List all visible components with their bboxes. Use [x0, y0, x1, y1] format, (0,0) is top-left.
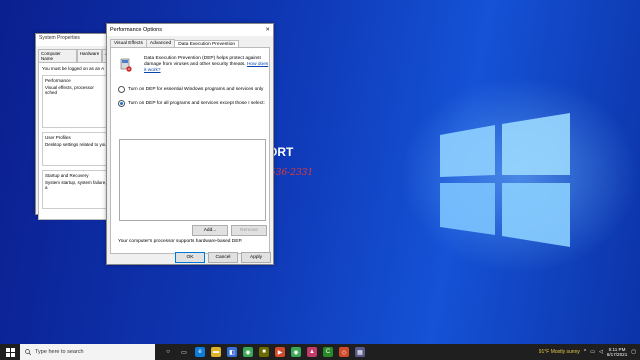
- tab-hardware[interactable]: Hardware: [76, 49, 103, 62]
- system-properties-tabs: Computer Name Hardware Adv: [36, 49, 116, 62]
- cancel-button[interactable]: Cancel: [208, 252, 238, 263]
- windows-logo-wallpaper: [440, 113, 570, 247]
- close-icon[interactable]: ✕: [265, 27, 270, 34]
- start-button[interactable]: [0, 344, 20, 360]
- app-icon-4[interactable]: C: [323, 347, 333, 357]
- store-icon[interactable]: ◧: [227, 347, 237, 357]
- group-title: Startup and Recovery: [45, 173, 89, 178]
- network-icon[interactable]: ▭: [590, 349, 595, 355]
- weather-widget[interactable]: 91°F Mostly sunny: [539, 349, 580, 355]
- clock-date: 8/17/2021: [606, 352, 628, 357]
- add-button[interactable]: Add...: [192, 225, 228, 236]
- tab-advanced[interactable]: Advanced: [145, 39, 176, 47]
- system-tray: 91°F Mostly sunny ^ ▭ ◁ 5:11 PM 8/17/202…: [539, 344, 640, 360]
- search-placeholder: Type here to search: [35, 349, 84, 355]
- admin-note: You must be logged on as an A: [42, 66, 105, 71]
- brand-phone: 536-2331: [270, 168, 314, 178]
- radio-essential-label: Turn on DEP for essential Windows progra…: [128, 87, 264, 92]
- performance-group: Performance Visual effects, processor sc…: [42, 75, 110, 128]
- tab-computer-name[interactable]: Computer Name: [38, 49, 77, 62]
- radio-all[interactable]: [118, 100, 125, 107]
- title-bar: Performance Options ✕: [107, 24, 273, 36]
- volume-icon[interactable]: ◁: [599, 349, 603, 355]
- taskbar: Type here to search ○ ▭ e ▬ ◧ ◉ ■ ▶ ◉ ▲ C ◇ ▦ 91°F M…: [0, 344, 640, 360]
- dialog-tabs: Visual Effects Advanced Data Execution P…: [107, 36, 273, 48]
- taskbar-search[interactable]: Type here to search: [20, 344, 155, 360]
- group-text: Desktop settings related to you: [45, 142, 107, 147]
- radio-all-label: Turn on DEP for all programs and service…: [128, 101, 265, 106]
- apply-button[interactable]: Apply: [241, 252, 271, 263]
- cortana-icon[interactable]: ○: [163, 347, 173, 357]
- notifications-icon[interactable]: ▢: [631, 349, 636, 355]
- dep-description: Data Execution Prevention (DEP) helps pr…: [144, 56, 269, 74]
- dialog-title: Performance Options: [110, 27, 162, 33]
- system-properties-body: You must be logged on as an A Performanc…: [38, 62, 114, 220]
- app-icon-6[interactable]: ▦: [355, 347, 365, 357]
- pinned-apps: ○ ▭ e ▬ ◧ ◉ ■ ▶ ◉ ▲ C ◇ ▦: [163, 347, 365, 357]
- tab-visual-effects[interactable]: Visual Effects: [110, 39, 147, 47]
- radio-essential[interactable]: [118, 86, 125, 93]
- radio-essential-row[interactable]: Turn on DEP for essential Windows progra…: [118, 86, 263, 93]
- dep-description-text: Data Execution Prevention (DEP) helps pr…: [144, 56, 261, 67]
- search-icon: [25, 349, 31, 355]
- group-title: User Profiles: [45, 135, 71, 140]
- excluded-programs-list[interactable]: [119, 139, 266, 221]
- app-icon-1[interactable]: ■: [259, 347, 269, 357]
- startup-recovery-group: Startup and Recovery System startup, sys…: [42, 170, 110, 209]
- dep-shield-icon: [120, 58, 132, 72]
- dep-panel: Data Execution Prevention (DEP) helps pr…: [110, 47, 270, 254]
- clock[interactable]: 5:11 PM 8/17/2021: [607, 347, 627, 358]
- app-icon-3[interactable]: ▲: [307, 347, 317, 357]
- task-view-icon[interactable]: ▭: [179, 347, 189, 357]
- app-icon-2[interactable]: ▶: [275, 347, 285, 357]
- edge-icon[interactable]: e: [195, 347, 205, 357]
- system-properties-title: System Properties: [36, 34, 116, 46]
- group-text: System startup, system failure, a: [45, 180, 107, 190]
- system-properties-window: System Properties Computer Name Hardware…: [35, 33, 117, 220]
- remove-button[interactable]: Remove: [231, 225, 267, 236]
- radio-all-row[interactable]: Turn on DEP for all programs and service…: [118, 100, 265, 107]
- file-explorer-icon[interactable]: ▬: [211, 347, 221, 357]
- app-icon-5[interactable]: ◇: [339, 347, 349, 357]
- chrome-icon[interactable]: ◉: [243, 347, 253, 357]
- ok-button[interactable]: OK: [175, 252, 205, 263]
- processor-support-text: Your computer's processor supports hardw…: [118, 239, 243, 244]
- windows-start-icon: [5, 347, 15, 357]
- group-title: Performance: [45, 78, 71, 83]
- user-profiles-group: User Profiles Desktop settings related t…: [42, 132, 110, 166]
- chrome-icon-2[interactable]: ◉: [291, 347, 301, 357]
- group-text: Visual effects, processor sched: [45, 85, 94, 95]
- show-hidden-icons-icon[interactable]: ^: [584, 349, 586, 355]
- performance-options-dialog: Performance Options ✕ Visual Effects Adv…: [106, 23, 274, 265]
